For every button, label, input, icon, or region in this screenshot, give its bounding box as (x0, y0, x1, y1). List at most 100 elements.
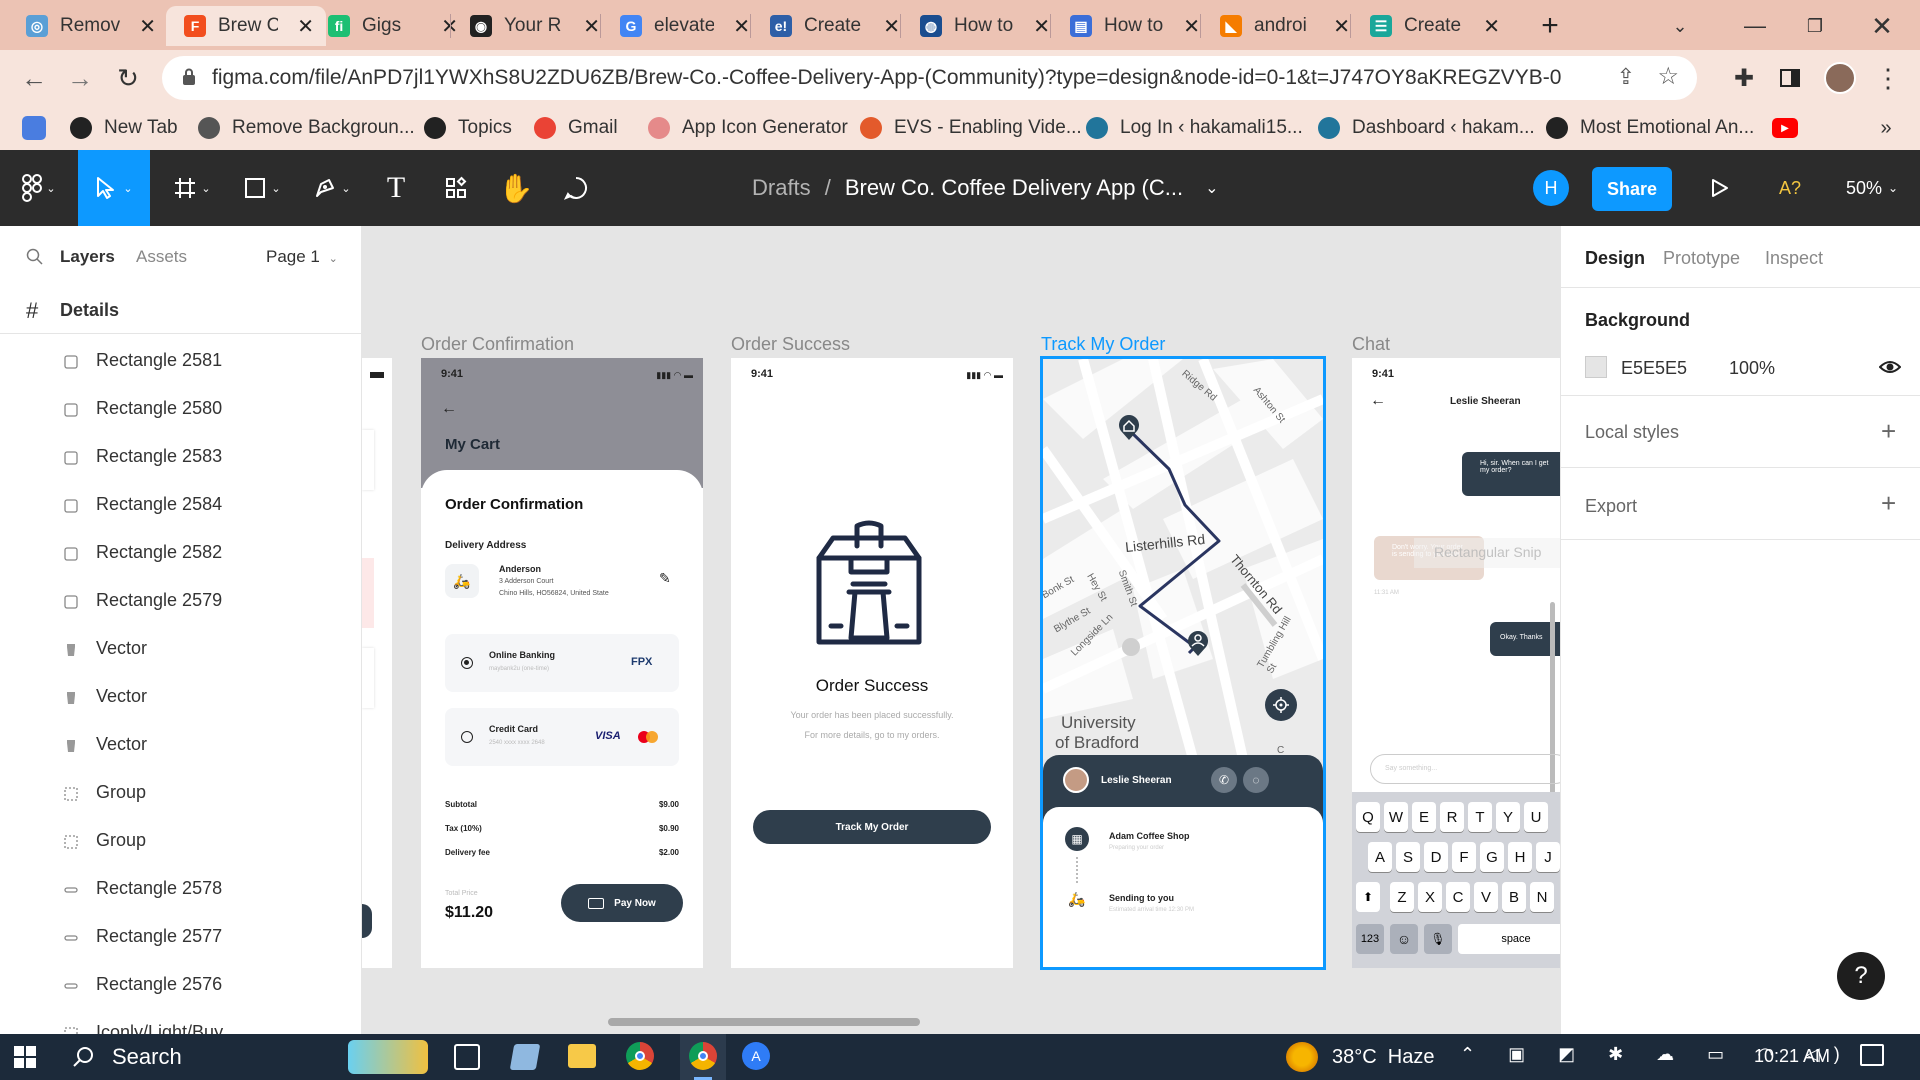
keyboard-key[interactable]: J (1536, 842, 1560, 872)
reload-icon[interactable]: ↻ (110, 60, 146, 96)
tab-layers[interactable]: Layers (60, 247, 115, 267)
frame-label-chat[interactable]: Chat (1352, 334, 1390, 355)
keyboard-key[interactable]: B (1502, 882, 1526, 912)
layer-row[interactable]: Group (0, 768, 361, 816)
keyboard-key[interactable]: A (1368, 842, 1392, 872)
keyboard-key[interactable]: H (1508, 842, 1532, 872)
zoom-dropdown[interactable]: 50% ⌄ (1840, 150, 1904, 226)
chrome-active-icon[interactable] (680, 1034, 726, 1080)
layer-row[interactable]: Rectangle 2579 (0, 576, 361, 624)
shift-key[interactable]: ⬆ (1356, 882, 1380, 912)
resources-tool[interactable] (436, 150, 476, 226)
layer-row[interactable]: Rectangle 2583 (0, 432, 361, 480)
figma-main-menu[interactable]: ⌄ (14, 150, 64, 226)
keyboard-key[interactable]: N (1530, 882, 1554, 912)
layer-row[interactable]: Rectangle 2578 (0, 864, 361, 912)
browser-tab[interactable]: ☰ Create ✕ (1352, 6, 1512, 46)
help-button[interactable]: ? (1837, 952, 1885, 1000)
space-key[interactable]: space (1458, 924, 1560, 954)
tab-close-icon[interactable]: ✕ (883, 14, 900, 39)
frame-row-details[interactable]: # Details (0, 288, 361, 334)
layer-row[interactable]: Rectangle 2580 (0, 384, 361, 432)
bookmark-item[interactable]: Dashboard ‹ hakam... (1318, 114, 1535, 142)
browser-tab[interactable]: ◍ How to ✕ (902, 6, 1062, 46)
more-bookmarks-icon[interactable]: » (1872, 116, 1900, 140)
layer-row[interactable]: Rectangle 2584 (0, 480, 361, 528)
move-tool[interactable]: ⌄ (78, 150, 150, 226)
keyboard-key[interactable]: D (1424, 842, 1448, 872)
tab-design[interactable]: Design (1585, 248, 1645, 269)
courier-pin-icon[interactable] (1186, 629, 1210, 657)
layer-row[interactable]: Rectangle 2576 (0, 960, 361, 1008)
track-order-button[interactable]: Track My Order (753, 810, 991, 844)
browser-tab[interactable]: ▤ How to ✕ (1052, 6, 1212, 46)
background-hex[interactable]: E5E5E5 (1621, 358, 1687, 379)
keyboard-key[interactable]: E (1412, 802, 1436, 832)
clock[interactable]: 10:21 AM (1754, 1046, 1830, 1067)
browser-tab[interactable]: Gelevate ✕ (602, 6, 762, 46)
frame-tool[interactable]: ⌄ (162, 150, 222, 226)
local-styles-section[interactable]: Local styles + (1561, 396, 1920, 468)
frame-order-confirmation[interactable]: 9:41 ▮▮▮ ◠ ▬ ← My Cart Order Confirmatio… (421, 358, 703, 968)
bookmark-item[interactable]: Topics (424, 114, 512, 142)
keyboard-key[interactable]: U (1524, 802, 1548, 832)
message-icon[interactable]: ◌ (1243, 767, 1269, 793)
back-icon[interactable]: ← (16, 60, 52, 96)
profile-avatar[interactable] (1824, 62, 1856, 94)
mic-key[interactable]: 🎙 (1424, 924, 1452, 954)
tab-close-icon[interactable]: ✕ (139, 14, 156, 39)
locate-me-button[interactable] (1265, 689, 1297, 721)
keyboard-key[interactable]: Y (1496, 802, 1520, 832)
keyboard-key[interactable]: F (1452, 842, 1476, 872)
num-key[interactable]: 123 (1356, 924, 1384, 954)
youtube-icon[interactable]: ▶ (1772, 118, 1798, 138)
keyboard-key[interactable]: X (1418, 882, 1442, 912)
app-icon[interactable] (509, 1044, 541, 1070)
keyboard-key[interactable]: W (1384, 802, 1408, 832)
back-arrow-icon[interactable]: ← (1370, 392, 1386, 410)
bookmark-item[interactable]: Gmail (534, 114, 618, 142)
call-icon[interactable]: ✆ (1211, 767, 1237, 793)
eye-icon[interactable] (1878, 356, 1902, 383)
app-store-icon[interactable]: A (742, 1042, 770, 1070)
layer-row[interactable]: Vector (0, 720, 361, 768)
taskbar-search[interactable]: Search (58, 1038, 438, 1076)
add-style-icon[interactable]: + (1881, 416, 1896, 447)
chrome-icon[interactable] (626, 1042, 654, 1070)
browser-tab[interactable]: ◣ androi ✕ (1202, 6, 1362, 46)
accessibility-check[interactable]: A? (1770, 150, 1810, 226)
shop-pin-icon[interactable] (1117, 413, 1141, 441)
url-input[interactable]: figma.com/file/AnPD7jl1YWXhS8U2ZDU6ZB/Br… (162, 56, 1697, 100)
task-view-icon[interactable] (454, 1044, 480, 1070)
shape-tool[interactable]: ⌄ (232, 150, 292, 226)
restore-window-icon[interactable]: ❐ (1795, 8, 1835, 44)
tab-close-icon[interactable]: ✕ (1483, 14, 1500, 39)
tab-close-icon[interactable]: ✕ (733, 14, 750, 39)
add-export-icon[interactable]: + (1881, 488, 1896, 519)
frame-track-my-order[interactable]: Listerhills Rd Thornton Rd Smith St Hey … (1040, 356, 1326, 970)
text-tool[interactable]: T (376, 150, 416, 226)
bookmark-item[interactable]: Log In ‹ hakamali15... (1086, 114, 1303, 142)
file-explorer-icon[interactable] (568, 1044, 596, 1068)
keyboard-key[interactable]: Z (1390, 882, 1414, 912)
forward-icon[interactable]: → (62, 60, 98, 96)
bookmark-item[interactable]: EVS - Enabling Vide... (860, 114, 1082, 142)
keyboard-key[interactable]: S (1396, 842, 1420, 872)
windows-start-icon[interactable] (14, 1046, 36, 1068)
frame-chat[interactable]: 9:41 ← Leslie Sheeran Hi, sir. When can … (1352, 358, 1560, 968)
hand-tool[interactable]: ✋ (496, 150, 536, 226)
keyboard-key[interactable]: V (1474, 882, 1498, 912)
frame-label-success[interactable]: Order Success (731, 334, 850, 355)
drafts-link[interactable]: Drafts (752, 175, 811, 201)
new-tab-button[interactable]: + (1530, 8, 1570, 44)
chat-input[interactable]: Say something... (1370, 754, 1560, 784)
bookmark-item[interactable]: New Tab (70, 114, 178, 142)
chevron-down-icon[interactable]: ⌄ (1205, 178, 1218, 198)
layer-row[interactable]: Rectangle 2581 (0, 336, 361, 384)
layer-row[interactable]: Group (0, 816, 361, 864)
tab-inspect[interactable]: Inspect (1765, 248, 1823, 269)
partial-frame-left[interactable] (362, 358, 392, 968)
keyboard-key[interactable]: T (1468, 802, 1492, 832)
keyboard-key[interactable]: C (1446, 882, 1470, 912)
layer-row[interactable]: Rectangle 2582 (0, 528, 361, 576)
